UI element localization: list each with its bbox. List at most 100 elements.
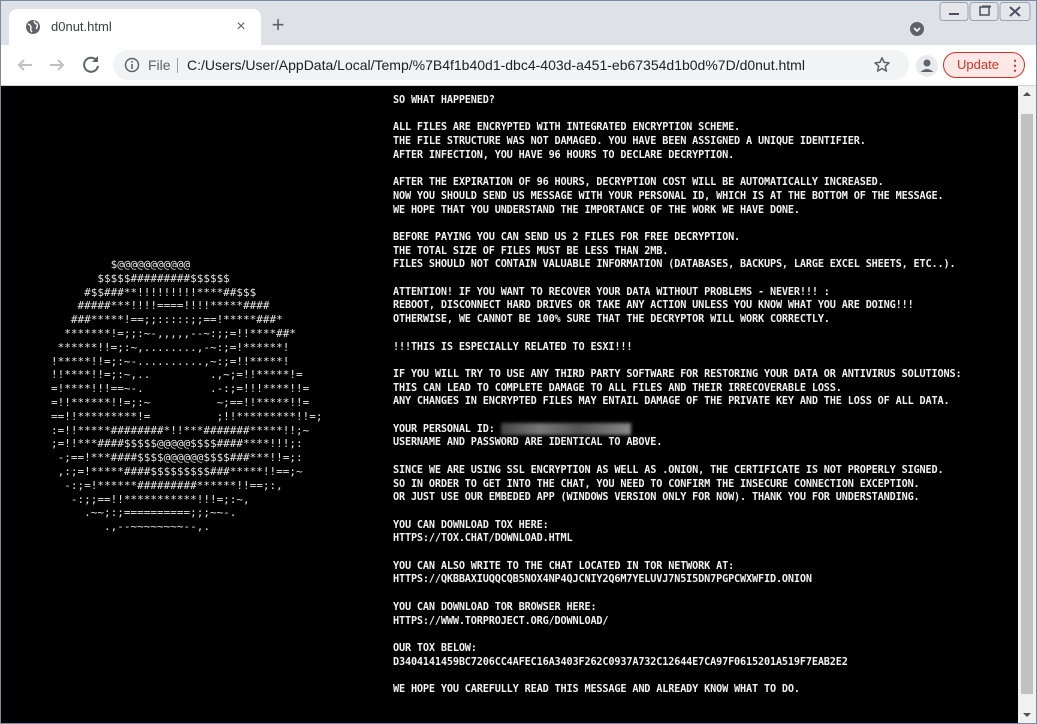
note-line-text: IF YOU WILL TRY TO USE ANY THIRD PARTY S…	[393, 368, 962, 380]
note-blank-line	[393, 628, 1013, 642]
note-line-text: FILES SHOULD NOT CONTAIN VALUABLE INFORM…	[393, 259, 956, 271]
note-line: HTTPS://QKBBAXIUQQCQB5NOX4NP4QJCNIY2Q6M7…	[393, 573, 1013, 587]
note-line: YOU CAN ALSO WRITE TO THE CHAT LOCATED I…	[393, 560, 1013, 574]
note-line: ANY CHANGES IN ENCRYPTED FILES MAY ENTAI…	[393, 395, 1013, 409]
new-tab-icon[interactable]: +	[267, 14, 289, 37]
scroll-up-arrow-icon[interactable]	[1018, 86, 1036, 103]
close-window-icon[interactable]	[999, 2, 1031, 22]
note-line: YOUR PERSONAL ID:	[393, 422, 1013, 437]
note-blank-line	[393, 669, 1013, 683]
note-blank-line	[393, 217, 1013, 231]
note-line: !!!THIS IS ESPECIALLY RELATED TO ESXI!!!	[393, 341, 1013, 355]
note-line: THE FILE STRUCTURE WAS NOT DAMAGED. YOU …	[393, 135, 1013, 149]
scroll-thumb[interactable]	[1021, 114, 1033, 694]
note-line: HTTPS://TOX.CHAT/DOWNLOAD.HTML	[393, 532, 1013, 546]
note-line: IF YOU WILL TRY TO USE ANY THIRD PARTY S…	[393, 368, 1013, 382]
forward-arrow-icon[interactable]	[45, 53, 69, 77]
note-line: NOW YOU SHOULD SEND US MESSAGE WITH YOUR…	[393, 190, 1013, 204]
note-blank-line	[393, 546, 1013, 560]
update-label: Update	[957, 57, 999, 72]
note-line-text: THE FILE STRUCTURE WAS NOT DAMAGED. YOU …	[393, 136, 866, 148]
note-line: OR JUST USE OUR EMBEDED APP (WINDOWS VER…	[393, 491, 1013, 505]
note-line: REBOOT, DISCONNECT HARD DRIVES OR TAKE A…	[393, 299, 1013, 313]
note-line-text: WE HOPE YOU CAREFULLY READ THIS MESSAGE …	[393, 684, 800, 696]
address-divider	[177, 58, 178, 73]
note-line-text: YOU CAN DOWNLOAD TOX HERE:	[393, 519, 549, 531]
note-line-text: SINCE WE ARE USING SSL ENCRYPTION AS WEL…	[393, 464, 944, 476]
scroll-down-arrow-icon[interactable]	[1018, 706, 1036, 723]
note-line-text: BEFORE PAYING YOU CAN SEND US 2 FILES FO…	[393, 231, 741, 243]
file-scheme-label: File	[148, 57, 171, 73]
note-line: THIS CAN LEAD TO COMPLETE DAMAGE TO ALL …	[393, 382, 1013, 396]
note-line-text: YOU CAN DOWNLOAD TOR BROWSER HERE:	[393, 601, 597, 613]
ransom-note: SO WHAT HAPPENED? ALL FILES ARE ENCRYPTED…	[393, 94, 1013, 697]
note-line: D3404141459BC7206CC4AFEC16A3403F262C0937…	[393, 656, 1013, 670]
note-line-text: YOUR PERSONAL ID:	[393, 423, 495, 435]
note-line-text: WE HOPE THAT YOU UNDERSTAND THE IMPORTAN…	[393, 204, 800, 216]
note-blank-line	[393, 108, 1013, 122]
browser-window: d0nut.html × + File C:/Users/User/AppDat…	[0, 0, 1037, 724]
note-line: ALL FILES ARE ENCRYPTED WITH INTEGRATED …	[393, 121, 1013, 135]
note-line: FILES SHOULD NOT CONTAIN VALUABLE INFORM…	[393, 258, 1013, 272]
note-line-text: OTHERWISE, WE CANNOT BE 100% SURE THAT T…	[393, 314, 830, 326]
note-line: SO IN ORDER TO GET INTO THE CHAT, YOU NE…	[393, 478, 1013, 492]
ascii-donut-art: $@@@@@@@@@@@ $$$$$#########$$$$$$ #$$###…	[51, 258, 323, 534]
more-menu-icon[interactable]: ⋮	[1008, 56, 1022, 74]
note-line: WE HOPE THAT YOU UNDERSTAND THE IMPORTAN…	[393, 204, 1013, 218]
redacted-personal-id	[500, 422, 631, 435]
note-line: YOU CAN DOWNLOAD TOR BROWSER HERE:	[393, 601, 1013, 615]
note-line-text: THIS CAN LEAD TO COMPLETE DAMAGE TO ALL …	[393, 382, 842, 394]
note-line-text: ANY CHANGES IN ENCRYPTED FILES MAY ENTAI…	[393, 396, 950, 408]
tab-d0nut[interactable]: d0nut.html ×	[9, 9, 261, 45]
browser-toolbar: File C:/Users/User/AppData/Local/Temp/%7…	[1, 45, 1036, 86]
update-button[interactable]: Update ⋮	[943, 52, 1025, 78]
note-line-text: AFTER THE EXPIRATION OF 96 HOURS, DECRYP…	[393, 177, 884, 189]
note-line-text: SO IN ORDER TO GET INTO THE CHAT, YOU NE…	[393, 478, 920, 490]
note-line: AFTER INFECTION, YOU HAVE 96 HOURS TO DE…	[393, 149, 1013, 163]
close-tab-icon[interactable]: ×	[231, 17, 251, 37]
note-line: OUR TOX BELOW:	[393, 642, 1013, 656]
note-line-text: OUR TOX BELOW:	[393, 642, 477, 654]
note-line: SINCE WE ARE USING SSL ENCRYPTION AS WEL…	[393, 464, 1013, 478]
vertical-scrollbar[interactable]	[1018, 86, 1036, 723]
note-line-text: OR JUST USE OUR EMBEDED APP (WINDOWS VER…	[393, 492, 920, 504]
note-line-text: THE TOTAL SIZE OF FILES MUST BE LESS THA…	[393, 245, 669, 257]
back-arrow-icon[interactable]	[13, 53, 37, 77]
note-line: OTHERWISE, WE CANNOT BE 100% SURE THAT T…	[393, 313, 1013, 327]
reload-icon[interactable]	[79, 53, 103, 77]
note-blank-line	[393, 272, 1013, 286]
note-line-text: YOU CAN ALSO WRITE TO THE CHAT LOCATED I…	[393, 560, 735, 572]
note-blank-line	[393, 327, 1013, 341]
tab-title: d0nut.html	[51, 19, 112, 34]
tab-strip: d0nut.html × +	[1, 1, 1036, 45]
note-line-text: HTTPS://WWW.TORPROJECT.ORG/DOWNLOAD/	[393, 615, 609, 627]
minimize-icon[interactable]	[939, 2, 969, 22]
url-text[interactable]: C:/Users/User/AppData/Local/Temp/%7B4f1b…	[187, 57, 805, 73]
note-line: ATTENTION! IF YOU WANT TO RECOVER YOUR D…	[393, 286, 1013, 300]
bookmark-star-icon[interactable]	[873, 56, 891, 74]
note-blank-line	[393, 450, 1013, 464]
note-line: USERNAME AND PASSWORD ARE IDENTICAL TO A…	[393, 436, 1013, 450]
globe-icon	[25, 19, 41, 35]
note-line: HTTPS://WWW.TORPROJECT.ORG/DOWNLOAD/	[393, 615, 1013, 629]
note-line: THE TOTAL SIZE OF FILES MUST BE LESS THA…	[393, 245, 1013, 259]
tab-search-icon[interactable]	[909, 21, 925, 37]
address-bar[interactable]: File C:/Users/User/AppData/Local/Temp/%7…	[113, 50, 909, 80]
note-line: SO WHAT HAPPENED?	[393, 94, 1013, 108]
note-line-text: SO WHAT HAPPENED?	[393, 95, 495, 106]
note-line-text: HTTPS://QKBBAXIUQQCQB5NOX4NP4QJCNIY2Q6M7…	[393, 574, 812, 586]
note-line-text: ALL FILES ARE ENCRYPTED WITH INTEGRATED …	[393, 122, 741, 134]
note-blank-line	[393, 354, 1013, 368]
note-blank-line	[393, 587, 1013, 601]
note-blank-line	[393, 409, 1013, 423]
note-line: AFTER THE EXPIRATION OF 96 HOURS, DECRYP…	[393, 176, 1013, 190]
profile-avatar-icon[interactable]	[915, 54, 939, 78]
page-content: $@@@@@@@@@@@ $$$$$#########$$$$$$ #$$###…	[1, 86, 1018, 723]
note-line: WE HOPE YOU CAREFULLY READ THIS MESSAGE …	[393, 683, 1013, 697]
note-line: BEFORE PAYING YOU CAN SEND US 2 FILES FO…	[393, 231, 1013, 245]
info-icon[interactable]	[124, 57, 140, 73]
restore-icon[interactable]	[969, 2, 999, 22]
note-line-text: D3404141459BC7206CC4AFEC16A3403F262C0937…	[393, 656, 848, 668]
note-line-text: !!!THIS IS ESPECIALLY RELATED TO ESXI!!!	[393, 341, 633, 353]
note-line-text: USERNAME AND PASSWORD ARE IDENTICAL TO A…	[393, 437, 663, 449]
